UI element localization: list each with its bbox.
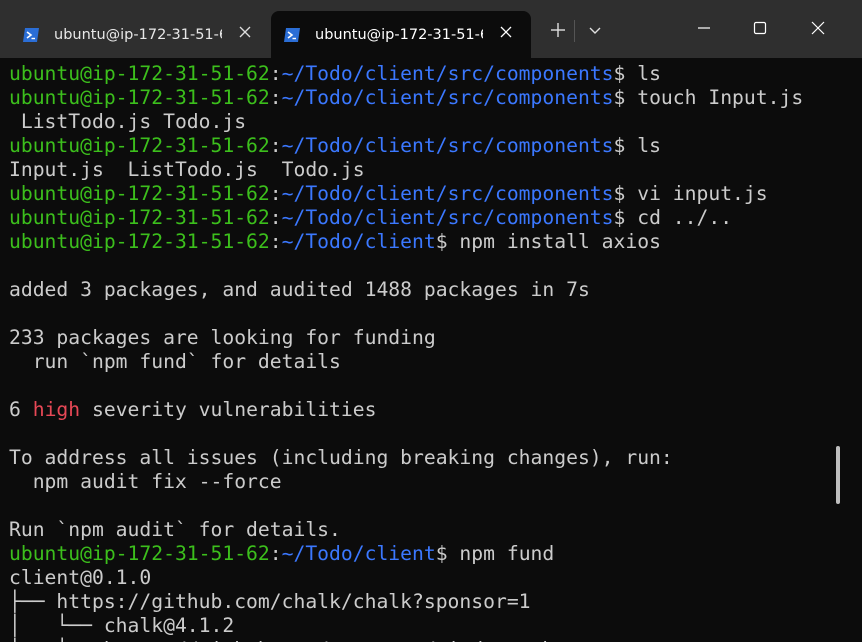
command-text: npm install axios — [447, 230, 661, 253]
output-line: To address all issues (including breakin… — [0, 446, 848, 470]
prompt-line: ubuntu@ip-172-31-51-62:~/Todo/client/src… — [0, 206, 848, 230]
close-tab-icon[interactable] — [499, 25, 513, 39]
prompt-symbol: $ — [435, 230, 448, 253]
output-text: run `npm fund` for details — [9, 350, 341, 373]
prompt-path: ~/Todo/client/src/components — [281, 182, 614, 205]
powershell-icon — [284, 27, 300, 42]
output-text: Input.js ListTodo.js Todo.js — [9, 158, 365, 181]
prompt-separator: : — [269, 230, 282, 253]
output-line: added 3 packages, and audited 1488 packa… — [0, 278, 848, 302]
output-text: │ └── chalk@4.1.2 — [9, 614, 235, 637]
title-bar: ubuntu@ip-172-31-51-62 ubuntu@ip-172-31-… — [0, 0, 862, 58]
tab-title: ubuntu@ip-172-31-51-62 — [54, 26, 222, 43]
prompt-symbol: $ — [613, 182, 626, 205]
prompt-user: ubuntu@ip-172-31-51-62 — [9, 134, 270, 157]
prompt-separator: : — [269, 542, 282, 565]
tab-title: ubuntu@ip-172-31-51-62 — [315, 26, 483, 43]
prompt-line: ubuntu@ip-172-31-51-62:~/Todo/client$ np… — [0, 230, 848, 254]
prompt-user: ubuntu@ip-172-31-51-62 — [9, 542, 270, 565]
prompt-separator: : — [269, 134, 282, 157]
output-line: client@0.1.0 — [0, 566, 848, 590]
prompt-line: ubuntu@ip-172-31-51-62:~/Todo/client$ np… — [0, 542, 848, 566]
prompt-user: ubuntu@ip-172-31-51-62 — [9, 86, 270, 109]
close-window-button[interactable] — [798, 10, 838, 46]
prompt-separator: : — [269, 86, 282, 109]
output-text: ListTodo.js Todo.js — [9, 110, 247, 133]
output-text: Run `npm audit` for details. — [9, 518, 341, 541]
prompt-user: ubuntu@ip-172-31-51-62 — [9, 62, 270, 85]
chevron-down-icon — [589, 27, 601, 34]
prompt-path: ~/Todo/client/src/components — [281, 86, 614, 109]
output-text: ├── https://github.com/chalk/chalk?spons… — [9, 590, 531, 613]
prompt-separator: : — [269, 206, 282, 229]
output-text: To address all issues (including breakin… — [9, 446, 673, 469]
output-text: 6 — [9, 398, 33, 421]
maximize-icon — [753, 21, 767, 35]
prompt-symbol: $ — [613, 62, 626, 85]
output-text: │ ├── https://github.com/sponsors/sindre… — [9, 638, 578, 642]
output-text: client@0.1.0 — [9, 566, 152, 589]
output-text: severity vulnerabilities — [80, 398, 377, 421]
output-line: Run `npm audit` for details. — [0, 518, 848, 542]
output-line: npm audit fix --force — [0, 470, 848, 494]
command-text: ls — [625, 62, 661, 85]
toolbar-divider — [574, 20, 575, 42]
prompt-symbol: $ — [613, 86, 626, 109]
output-line: ├── https://github.com/chalk/chalk?spons… — [0, 590, 848, 614]
command-text: npm fund — [447, 542, 555, 565]
output-text: 233 packages are looking for funding — [9, 326, 436, 349]
output-line: │ ├── https://github.com/sponsors/sindre… — [0, 638, 848, 642]
prompt-line: ubuntu@ip-172-31-51-62:~/Todo/client/src… — [0, 182, 848, 206]
close-icon — [811, 21, 825, 35]
output-line: run `npm fund` for details — [0, 350, 848, 374]
output-line: 233 packages are looking for funding — [0, 326, 848, 350]
prompt-path: ~/Todo/client/src/components — [281, 134, 614, 157]
plus-icon — [551, 23, 565, 37]
prompt-path: ~/Todo/client/src/components — [281, 62, 614, 85]
severity-level: high — [32, 398, 81, 421]
prompt-separator: : — [269, 182, 282, 205]
command-text: touch Input.js — [625, 86, 804, 109]
tab-dropdown-button[interactable] — [582, 17, 608, 43]
command-text: vi input.js — [625, 182, 768, 205]
prompt-path: ~/Todo/client — [281, 230, 436, 253]
prompt-user: ubuntu@ip-172-31-51-62 — [9, 206, 270, 229]
output-line: ListTodo.js Todo.js — [0, 110, 848, 134]
prompt-symbol: $ — [613, 134, 626, 157]
minimize-button[interactable] — [684, 10, 724, 46]
terminal-output[interactable]: ubuntu@ip-172-31-51-62:~/Todo/client/src… — [0, 62, 848, 642]
prompt-symbol: $ — [435, 542, 448, 565]
prompt-user: ubuntu@ip-172-31-51-62 — [9, 182, 270, 205]
output-line: Input.js ListTodo.js Todo.js — [0, 158, 848, 182]
tab-terminal-1[interactable]: ubuntu@ip-172-31-51-62 — [10, 11, 270, 58]
prompt-line: ubuntu@ip-172-31-51-62:~/Todo/client/src… — [0, 86, 848, 110]
prompt-line: ubuntu@ip-172-31-51-62:~/Todo/client/src… — [0, 62, 848, 86]
output-text: added 3 packages, and audited 1488 packa… — [9, 278, 590, 301]
maximize-button[interactable] — [740, 10, 780, 46]
minimize-icon — [698, 27, 710, 29]
prompt-separator: : — [269, 62, 282, 85]
new-tab-button[interactable] — [545, 17, 571, 43]
terminal-scrollbar[interactable] — [836, 446, 840, 504]
tab-terminal-2-active[interactable]: ubuntu@ip-172-31-51-62 — [271, 11, 531, 58]
command-text: ls — [625, 134, 661, 157]
prompt-symbol: $ — [613, 206, 626, 229]
powershell-icon — [23, 27, 39, 42]
prompt-line: ubuntu@ip-172-31-51-62:~/Todo/client/src… — [0, 134, 848, 158]
output-line: │ └── chalk@4.1.2 — [0, 614, 848, 638]
prompt-path: ~/Todo/client/src/components — [281, 206, 614, 229]
close-tab-icon[interactable] — [238, 25, 252, 39]
output-line: 6 high severity vulnerabilities — [0, 398, 848, 422]
prompt-path: ~/Todo/client — [281, 542, 436, 565]
output-text: npm audit fix --force — [9, 470, 282, 493]
prompt-user: ubuntu@ip-172-31-51-62 — [9, 230, 270, 253]
command-text: cd ../.. — [625, 206, 733, 229]
